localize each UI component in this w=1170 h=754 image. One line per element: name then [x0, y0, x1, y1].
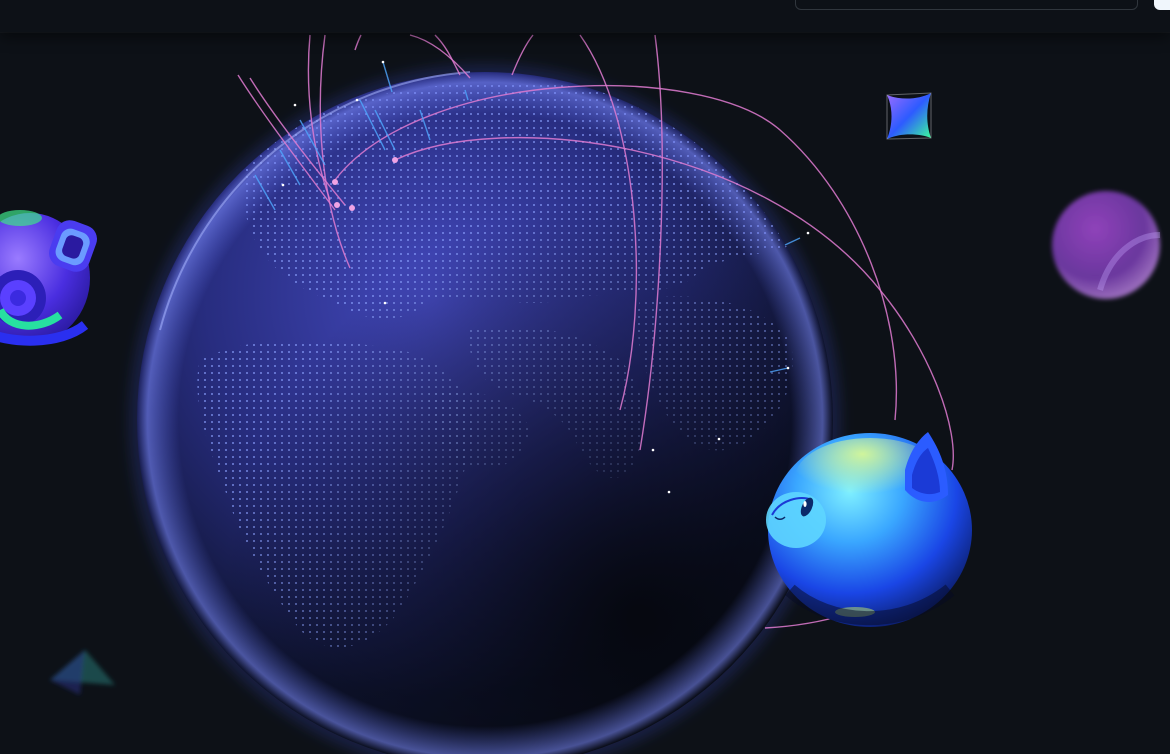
purple-bubble-icon: [1052, 191, 1161, 299]
sign-up-button[interactable]: [1154, 0, 1170, 10]
globe-scene: [0, 34, 1161, 754]
pyramid-icon: [50, 650, 115, 695]
top-navigation-bar: [0, 0, 1170, 32]
gem-diamond-icon: [886, 92, 932, 140]
globe: [129, 64, 841, 754]
search-input[interactable]: [795, 0, 1138, 10]
homepage-hero: [0, 0, 1170, 754]
octocat-helmet-icon: [0, 210, 97, 346]
